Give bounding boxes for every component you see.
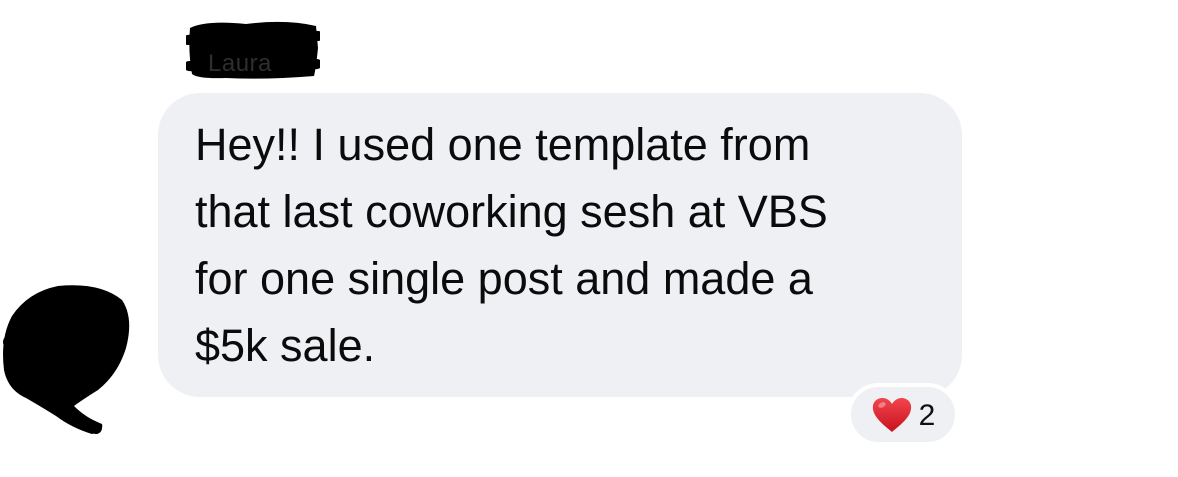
reaction-pill[interactable]: 2 (847, 383, 959, 446)
avatar-redaction-mark (3, 285, 130, 434)
reaction-count: 2 (918, 398, 936, 432)
red-heart-icon (871, 396, 913, 434)
message-bubble[interactable]: Hey!! I used one template from that last… (158, 93, 962, 397)
sender-name: Laura (186, 18, 320, 80)
message-text: Hey!! I used one template from that last… (195, 119, 828, 371)
sender-name-text: Laura (208, 50, 272, 77)
avatar[interactable] (0, 282, 134, 437)
